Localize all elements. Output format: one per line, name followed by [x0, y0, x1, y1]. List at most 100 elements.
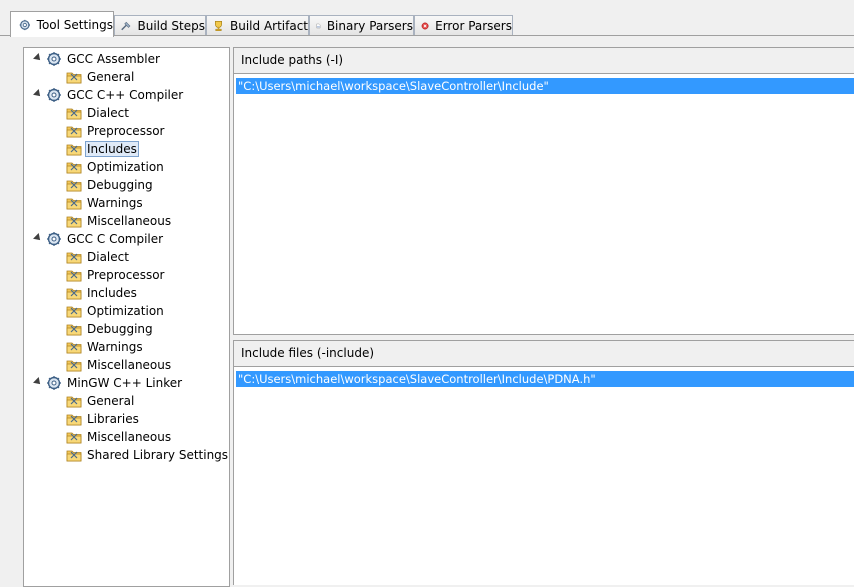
tree-item-label: Miscellaneous: [87, 358, 172, 372]
options-folder-icon: [66, 306, 82, 318]
tree-item-label: Debugging: [87, 178, 153, 192]
options-folder-icon: [66, 162, 82, 174]
options-folder-icon: [66, 396, 82, 408]
tab-bar: Tool Settings Build Steps Build Artifact…: [0, 0, 854, 37]
tree-item-preprocessor[interactable]: Preprocessor: [66, 122, 164, 140]
tab-build-artifact[interactable]: Build Artifact: [206, 15, 309, 35]
tree-item-miscellaneous[interactable]: Miscellaneous: [66, 428, 171, 446]
tool-gear-icon: [47, 232, 61, 246]
expand-arrow-icon[interactable]: [33, 53, 43, 63]
expand-arrow-icon[interactable]: [33, 377, 43, 387]
tree-group-gcc-cpp-compiler[interactable]: GCC C++ Compiler: [46, 86, 183, 104]
include-file-item[interactable]: "C:\Users\michael\workspace\SlaveControl…: [236, 371, 854, 387]
tree-item-preprocessor[interactable]: Preprocessor: [66, 266, 164, 284]
tree-item-label: Shared Library Settings: [87, 448, 229, 462]
include-files-list[interactable]: "C:\Users\michael\workspace\SlaveControl…: [233, 366, 854, 585]
options-folder-icon: [66, 288, 82, 300]
include-path-text: "C:\Users\michael\workspace\SlaveControl…: [238, 79, 549, 93]
tree-item-label: Warnings: [87, 196, 143, 210]
options-folder-icon: [66, 414, 82, 426]
options-folder-icon: [66, 432, 82, 444]
tab-label: Tool Settings: [36, 17, 113, 32]
tree-item-debugging[interactable]: Debugging: [66, 320, 153, 338]
tree-item-warnings[interactable]: Warnings: [66, 194, 143, 212]
error-parsers-icon: [421, 22, 429, 29]
tree-item-includes[interactable]: Includes: [66, 284, 137, 302]
expand-arrow-icon[interactable]: [33, 89, 43, 99]
include-paths-title: Include paths (-I): [241, 53, 344, 67]
options-folder-icon: [66, 360, 82, 372]
options-folder-icon: [66, 198, 82, 210]
tree-item-dialect[interactable]: Dialect: [66, 104, 129, 122]
tree-item-debugging[interactable]: Debugging: [66, 176, 153, 194]
tree-item-optimization[interactable]: Optimization: [66, 158, 164, 176]
binary-parsers-icon: 010: [316, 23, 321, 28]
tab-label: Binary Parsers: [326, 18, 413, 33]
tree-item-miscellaneous[interactable]: Miscellaneous: [66, 356, 171, 374]
options-folder-icon: [66, 216, 82, 228]
tree-group-label: GCC Assembler: [67, 52, 160, 66]
tree-item-label: Libraries: [87, 412, 139, 426]
tree-item-label: Miscellaneous: [87, 430, 172, 444]
tree-group-gcc-assembler[interactable]: GCC Assembler: [46, 50, 160, 68]
tree-item-miscellaneous[interactable]: Miscellaneous: [66, 212, 171, 230]
tab-baseline: [0, 35, 854, 36]
options-folder-icon: [66, 450, 82, 462]
include-paths-header: Include paths (-I): [233, 47, 854, 73]
tool-settings-icon: [19, 19, 30, 30]
tree-item-label: Warnings: [87, 340, 143, 354]
tree-item-label: Miscellaneous: [87, 214, 172, 228]
options-folder-icon: [66, 126, 82, 138]
options-folder-icon: [66, 342, 82, 354]
tree-item-label: Includes: [87, 286, 137, 300]
options-folder-icon: [66, 252, 82, 264]
tool-gear-icon: [47, 88, 61, 102]
tab-label: Build Steps: [137, 18, 205, 33]
tree-group-label: GCC C++ Compiler: [67, 88, 184, 102]
tree-item-label: Preprocessor: [87, 268, 165, 282]
options-folder-icon: [66, 72, 82, 84]
tool-gear-icon: [47, 52, 61, 66]
tree-item-dialect[interactable]: Dialect: [66, 248, 129, 266]
tree-group-label: MinGW C++ Linker: [67, 376, 183, 390]
include-file-text: "C:\Users\michael\workspace\SlaveControl…: [238, 372, 596, 386]
options-folder-icon: [66, 108, 82, 120]
tree-item-label: Includes: [85, 141, 139, 157]
tree-item-label: General: [87, 70, 135, 84]
include-files-title: Include files (-include): [241, 346, 375, 360]
tree-item-shared-library-settings[interactable]: Shared Library Settings: [66, 446, 228, 464]
tab-error-parsers[interactable]: Error Parsers: [414, 15, 513, 35]
tree-item-optimization[interactable]: Optimization: [66, 302, 164, 320]
expand-arrow-icon[interactable]: [33, 233, 43, 243]
include-files-header: Include files (-include): [233, 340, 854, 366]
tree-item-label: Optimization: [87, 304, 164, 318]
tree-item-label: Dialect: [87, 250, 129, 264]
tree-group-mingw-cpp-linker[interactable]: MinGW C++ Linker: [46, 374, 182, 392]
tool-tree[interactable]: GCC Assembler General GCC C++ Compiler D…: [23, 47, 230, 587]
tree-item-warnings[interactable]: Warnings: [66, 338, 143, 356]
tree-item-general[interactable]: General: [66, 392, 134, 410]
tree-item-label: Debugging: [87, 322, 153, 336]
options-folder-icon: [66, 324, 82, 336]
tree-item-label: Optimization: [87, 160, 164, 174]
options-folder-icon: [66, 270, 82, 282]
tree-group-gcc-c-compiler[interactable]: GCC C Compiler: [46, 230, 163, 248]
tree-item-label: Dialect: [87, 106, 129, 120]
build-steps-icon: [121, 21, 131, 30]
options-folder-icon: [66, 180, 82, 192]
tab-label: Error Parsers: [435, 18, 512, 33]
tree-item-label: Preprocessor: [87, 124, 165, 138]
tree-group-label: GCC C Compiler: [67, 232, 164, 246]
tree-item-general[interactable]: General: [66, 68, 134, 86]
include-paths-list[interactable]: "C:\Users\michael\workspace\SlaveControl…: [233, 73, 854, 335]
tree-item-includes-selected[interactable]: Includes: [66, 140, 139, 158]
build-artifact-icon: [215, 20, 222, 31]
tab-binary-parsers[interactable]: 010 Binary Parsers: [309, 15, 414, 35]
include-path-item[interactable]: "C:\Users\michael\workspace\SlaveControl…: [236, 78, 854, 94]
tab-tool-settings[interactable]: Tool Settings: [10, 11, 114, 37]
tree-item-label: General: [87, 394, 135, 408]
tab-build-steps[interactable]: Build Steps: [114, 15, 206, 35]
tab-label: Build Artifact: [230, 18, 308, 33]
options-folder-icon: [66, 144, 82, 156]
tree-item-libraries[interactable]: Libraries: [66, 410, 139, 428]
